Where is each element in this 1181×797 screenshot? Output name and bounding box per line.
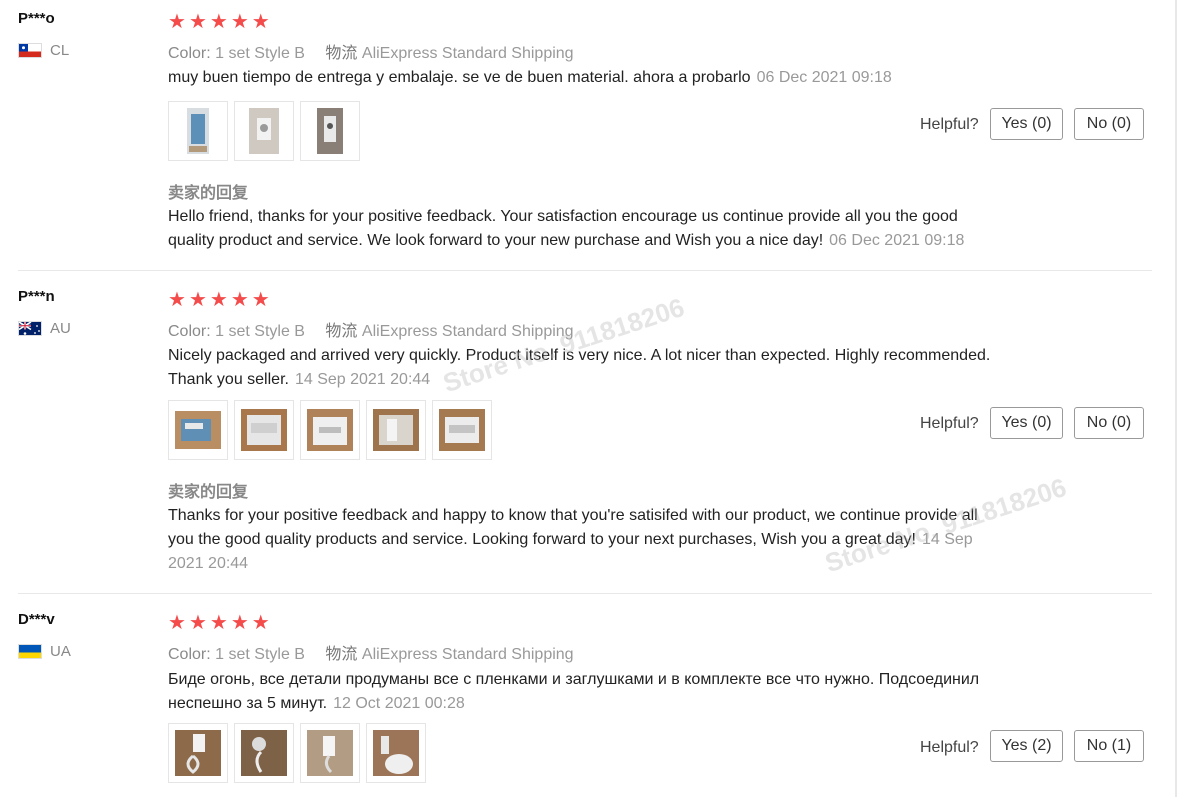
order-info: Color: 1 set Style B 物流 AliExpress Stand… bbox=[168, 640, 574, 664]
shipping-label: 物流 bbox=[325, 45, 358, 62]
review-photo[interactable] bbox=[168, 723, 228, 783]
review-date: 14 Sep 2021 20:44 bbox=[294, 371, 431, 388]
shipping-value: AliExpress Standard Shipping bbox=[361, 45, 574, 62]
star-icon: ★ bbox=[209, 289, 228, 311]
review-photo[interactable] bbox=[366, 723, 426, 783]
star-icon: ★ bbox=[188, 612, 207, 634]
reviewer-name: P***n bbox=[18, 288, 55, 305]
rating-stars: ★ ★ ★ ★ ★ bbox=[168, 290, 270, 310]
review-date: 06 Dec 2021 09:18 bbox=[756, 69, 892, 86]
helpful-no-button[interactable]: No (1) bbox=[1074, 730, 1144, 762]
helpful-yes-button[interactable]: Yes (0) bbox=[990, 407, 1063, 439]
country-code: CL bbox=[50, 42, 70, 59]
color-label: Color: bbox=[168, 45, 211, 62]
helpful-yes-button[interactable]: Yes (2) bbox=[990, 730, 1063, 762]
star-icon: ★ bbox=[251, 11, 270, 33]
star-icon: ★ bbox=[251, 612, 270, 634]
helpful-label: Helpful? bbox=[920, 116, 979, 133]
star-icon: ★ bbox=[251, 289, 270, 311]
review-date: 12 Oct 2021 00:28 bbox=[333, 695, 465, 712]
helpful-no-button[interactable]: No (0) bbox=[1074, 108, 1144, 140]
star-icon: ★ bbox=[188, 11, 207, 33]
review-photo[interactable] bbox=[300, 723, 360, 783]
review-photos bbox=[168, 101, 360, 161]
star-icon: ★ bbox=[168, 289, 186, 311]
helpful-no-button[interactable]: No (0) bbox=[1074, 407, 1144, 439]
shipping-label: 物流 bbox=[325, 323, 358, 340]
star-icon: ★ bbox=[230, 612, 249, 634]
star-icon: ★ bbox=[230, 11, 249, 33]
country-code: AU bbox=[50, 320, 71, 337]
rating-stars: ★ ★ ★ ★ ★ bbox=[168, 613, 270, 633]
reviewer-country: AU bbox=[18, 320, 71, 337]
review-photo[interactable] bbox=[234, 400, 294, 460]
color-value: 1 set Style B bbox=[215, 45, 305, 62]
scrollbar-track[interactable] bbox=[1175, 0, 1177, 797]
review-text: muy buen tiempo de entrega y embalaje. s… bbox=[168, 66, 1018, 90]
ukraine-flag-icon bbox=[18, 644, 42, 659]
star-icon: ★ bbox=[168, 612, 186, 634]
seller-reply-title: 卖家的回复 bbox=[168, 484, 249, 501]
review-photos bbox=[168, 723, 426, 783]
review-photo[interactable] bbox=[234, 723, 294, 783]
reviewer-name: D***v bbox=[18, 611, 55, 628]
star-icon: ★ bbox=[188, 289, 207, 311]
review-photos bbox=[168, 400, 492, 460]
chile-flag-icon bbox=[18, 43, 42, 58]
star-icon: ★ bbox=[230, 289, 249, 311]
review-photo[interactable] bbox=[168, 101, 228, 161]
rating-stars: ★ ★ ★ ★ ★ bbox=[168, 12, 270, 32]
helpful-label: Helpful? bbox=[920, 739, 979, 756]
order-info: Color: 1 set Style B 物流 AliExpress Stand… bbox=[168, 39, 574, 63]
order-info: Color: 1 set Style B 物流 AliExpress Stand… bbox=[168, 317, 574, 341]
reviewer-country: UA bbox=[18, 643, 71, 660]
reviewer-name: P***o bbox=[18, 10, 55, 27]
star-icon: ★ bbox=[209, 612, 228, 634]
review-divider bbox=[18, 593, 1152, 594]
review-photo[interactable] bbox=[300, 400, 360, 460]
review-body: muy buen tiempo de entrega y embalaje. s… bbox=[168, 69, 751, 86]
helpful-yes-button[interactable]: Yes (0) bbox=[990, 108, 1063, 140]
shipping-label: 物流 bbox=[325, 646, 358, 663]
star-icon: ★ bbox=[209, 11, 228, 33]
review-photo[interactable] bbox=[300, 101, 360, 161]
color-label: Color: bbox=[168, 323, 211, 340]
review-divider bbox=[18, 270, 1152, 271]
seller-reply-date: 06 Dec 2021 09:18 bbox=[829, 232, 965, 249]
helpful-label: Helpful? bbox=[920, 415, 979, 432]
star-icon: ★ bbox=[168, 11, 186, 33]
review-photo[interactable] bbox=[168, 400, 228, 460]
seller-reply-text: Hello friend, thanks for your positive f… bbox=[168, 205, 988, 253]
australia-flag-icon bbox=[18, 321, 42, 336]
seller-reply-title: 卖家的回复 bbox=[168, 185, 249, 202]
color-value: 1 set Style B bbox=[215, 646, 305, 663]
review-body: Биде огонь, все детали продуманы все с п… bbox=[168, 671, 980, 712]
review-text: Биде огонь, все детали продуманы все с п… bbox=[168, 668, 1018, 716]
review-photo[interactable] bbox=[432, 400, 492, 460]
reviewer-country: CL bbox=[18, 42, 69, 59]
color-label: Color: bbox=[168, 646, 211, 663]
review-photo[interactable] bbox=[234, 101, 294, 161]
country-code: UA bbox=[50, 643, 71, 660]
shipping-value: AliExpress Standard Shipping bbox=[361, 646, 574, 663]
color-value: 1 set Style B bbox=[215, 323, 305, 340]
review-photo[interactable] bbox=[366, 400, 426, 460]
